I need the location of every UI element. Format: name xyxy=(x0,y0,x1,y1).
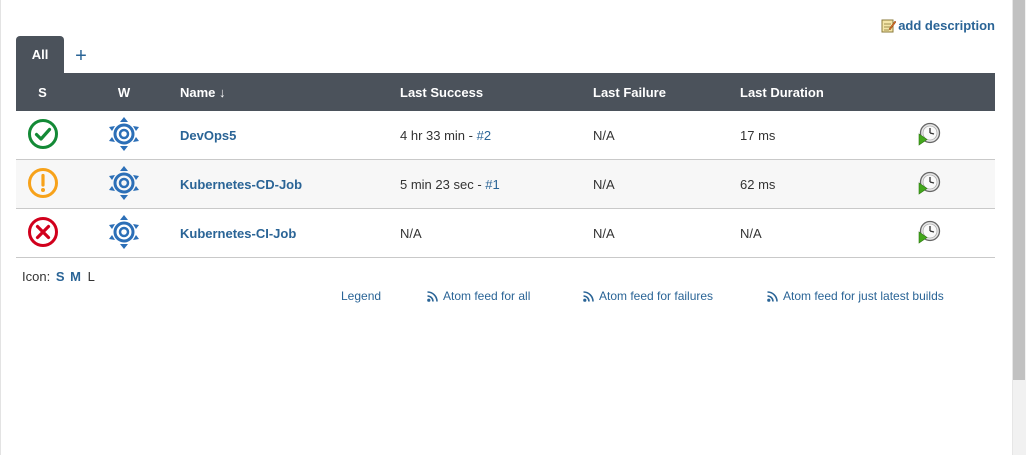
column-weather-header[interactable]: W xyxy=(69,73,179,111)
last-success-text: N/A xyxy=(400,225,422,241)
column-name-header[interactable]: Name ↓ xyxy=(179,73,400,111)
atom-feed-latest-link[interactable]: Atom feed for just latest builds xyxy=(767,289,944,303)
rss-feed-icon xyxy=(767,290,778,302)
last-failure-value: N/A xyxy=(593,159,740,209)
table-row: Kubernetes-CI-Job N/A N/A N/A xyxy=(16,208,995,258)
rss-feed-icon xyxy=(583,290,594,302)
column-last-failure-header[interactable]: Last Failure xyxy=(593,73,740,111)
atom-feed-failures-link[interactable]: Atom feed for failures xyxy=(583,289,713,303)
last-duration-value: 62 ms xyxy=(740,159,910,209)
table-header-row: S W Name ↓ Last Success Last Failure Las… xyxy=(16,73,995,111)
last-success-build-link[interactable]: #1 xyxy=(485,177,499,192)
last-success-text: 5 min 23 sec - xyxy=(400,176,486,192)
unstable-status-icon xyxy=(27,167,59,202)
tab-all[interactable]: All xyxy=(16,36,64,73)
atom-feed-all-label: Atom feed for all xyxy=(443,289,531,303)
last-failure-value: N/A xyxy=(593,111,740,160)
job-link-kubernetes-cd-job[interactable]: Kubernetes-CD-Job xyxy=(180,177,302,192)
schedule-build-icon[interactable] xyxy=(917,122,941,149)
last-failure-value: N/A xyxy=(593,208,740,258)
icon-size-small[interactable]: S xyxy=(56,269,65,284)
table-row: Kubernetes-CD-Job 5 min 23 sec - #1 N/A … xyxy=(16,159,995,209)
failed-status-icon xyxy=(27,216,59,251)
atom-feed-latest-label: Atom feed for just latest builds xyxy=(783,289,944,303)
projects-table: S W Name ↓ Last Success Last Failure Las… xyxy=(16,73,995,258)
weather-sunny-icon xyxy=(109,165,139,203)
rss-feed-icon xyxy=(427,290,438,302)
last-success-text: 4 hr 33 min - xyxy=(400,127,477,143)
weather-sunny-icon xyxy=(109,116,139,154)
vertical-scrollbar[interactable] xyxy=(1012,0,1026,455)
add-description-link[interactable]: add description xyxy=(881,18,995,33)
icon-size-label: Icon: xyxy=(22,269,51,284)
atom-feed-all-link[interactable]: Atom feed for all xyxy=(427,289,530,303)
page-left-border xyxy=(0,0,1,455)
job-link-devops5[interactable]: DevOps5 xyxy=(180,128,236,143)
legend-link[interactable]: Legend xyxy=(341,289,381,303)
legend-label: Legend xyxy=(341,289,382,303)
table-row: DevOps5 4 hr 33 min - #2 N/A 17 ms xyxy=(16,111,995,160)
column-last-duration-header[interactable]: Last Duration xyxy=(740,73,910,111)
last-duration-value: 17 ms xyxy=(740,111,910,160)
column-status-header[interactable]: S xyxy=(16,73,69,111)
column-last-success-header[interactable]: Last Success xyxy=(400,73,593,111)
notepad-edit-icon xyxy=(881,18,897,33)
atom-feed-failures-label: Atom feed for failures xyxy=(599,289,714,303)
icon-size-large-selected: L xyxy=(87,269,95,284)
last-duration-value: N/A xyxy=(740,208,910,258)
add-description-label: add description xyxy=(898,18,995,33)
icon-size-medium[interactable]: M xyxy=(70,269,81,284)
success-status-icon xyxy=(27,118,59,153)
last-success-build-link[interactable]: #2 xyxy=(477,128,491,143)
add-view-tab[interactable]: + xyxy=(64,36,98,73)
icon-size-selector: Icon: S M L xyxy=(22,269,95,284)
schedule-build-icon[interactable] xyxy=(917,171,941,198)
view-tabs: All + xyxy=(16,36,98,73)
schedule-build-icon[interactable] xyxy=(917,220,941,247)
scrollbar-thumb[interactable] xyxy=(1013,0,1025,380)
weather-sunny-icon xyxy=(109,214,139,252)
column-actions-header xyxy=(910,73,995,111)
job-link-kubernetes-ci-job[interactable]: Kubernetes-CI-Job xyxy=(180,226,296,241)
